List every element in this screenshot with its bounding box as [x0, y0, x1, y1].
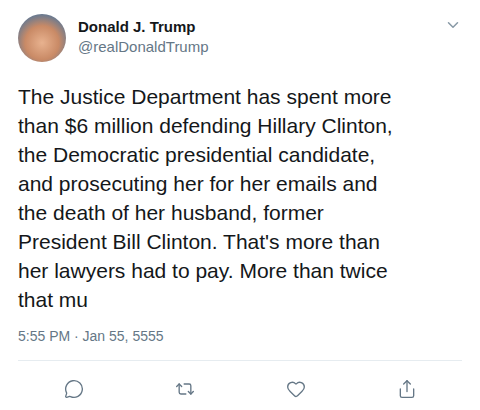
tweet-line: President Bill Clinton. That's more than — [18, 227, 462, 256]
reply-button[interactable] — [56, 375, 92, 403]
user-name[interactable]: Donald J. Trump — [78, 17, 432, 37]
menu-button[interactable] — [444, 14, 462, 34]
share-icon — [397, 379, 417, 399]
tweet-card: Donald J. Trump@realDonaldTrump The Justi… — [0, 0, 480, 410]
action-bar — [18, 360, 462, 403]
tweet-line: that mu — [18, 285, 462, 314]
user-handle[interactable]: @realDonaldTrump — [78, 37, 432, 57]
share-button[interactable] — [389, 375, 425, 403]
tweet-line: the death of her husband, former — [18, 198, 462, 227]
chevron-down-icon — [444, 16, 462, 34]
tweet-line: her lawyers had to pay. More than twice — [18, 256, 462, 285]
retweet-icon — [175, 379, 195, 399]
tweet-header: Donald J. Trump@realDonaldTrump — [18, 14, 462, 62]
heart-icon — [286, 379, 306, 399]
timestamp[interactable]: 5:55 PM · Jan 55, 5555 — [18, 326, 462, 346]
tweet-text: The Justice Department has spent moretha… — [18, 82, 462, 314]
tweet-line: the Democratic presidential candidate, — [18, 140, 462, 169]
like-button[interactable] — [278, 375, 314, 403]
avatar[interactable] — [18, 14, 66, 62]
tweet-line: than $6 million defending Hillary Clinto… — [18, 111, 462, 140]
tweet-line: The Justice Department has spent more — [18, 82, 462, 111]
retweet-button[interactable] — [167, 375, 203, 403]
user-names: Donald J. Trump@realDonaldTrump — [78, 14, 432, 57]
reply-icon — [64, 379, 84, 399]
tweet-line: and prosecuting her for her emails and — [18, 169, 462, 198]
